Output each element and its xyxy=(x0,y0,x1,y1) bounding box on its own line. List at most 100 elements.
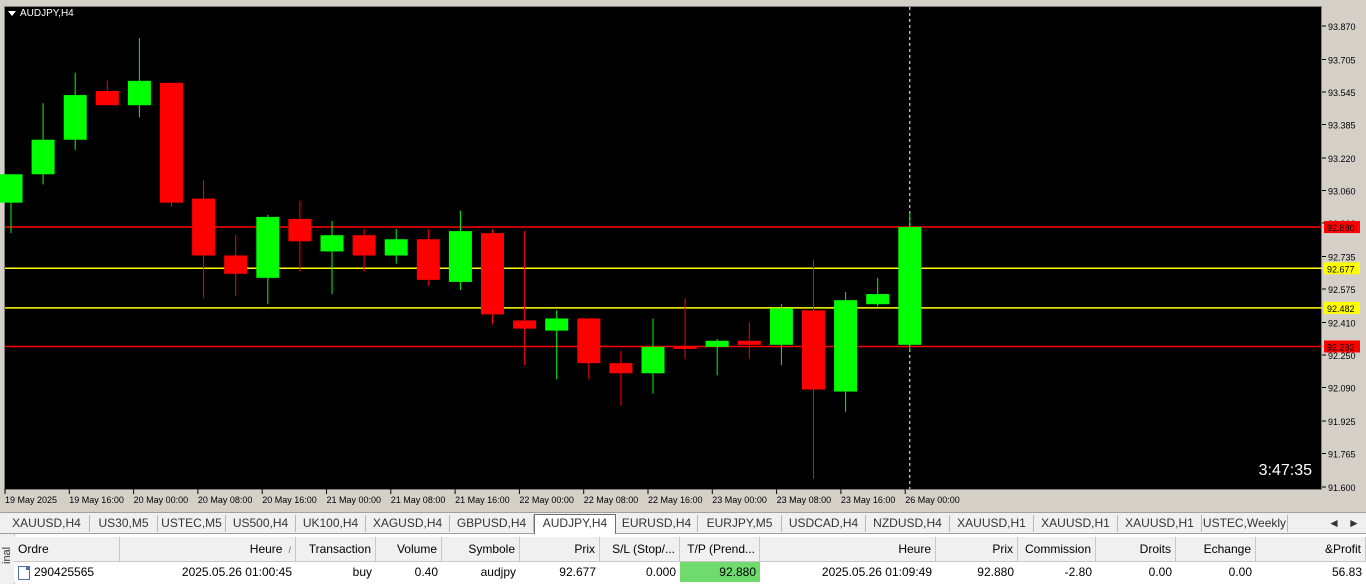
tab-scroll-left-button[interactable]: ◄ xyxy=(1328,515,1340,532)
column-header-11[interactable]: Droits xyxy=(1096,537,1176,561)
price-axis-label: 92.410 xyxy=(1328,319,1356,329)
order-document-icon xyxy=(18,565,30,580)
tab-scroll-right-button[interactable]: ► xyxy=(1348,515,1360,532)
price-axis-label: 92.575 xyxy=(1328,285,1356,295)
tab-xauusd-h1[interactable]: XAUUSD,H1 xyxy=(1118,515,1202,532)
time-axis-label: 23 May 00:00 xyxy=(712,495,767,505)
chart-symbol-label[interactable]: AUDJPY,H4 xyxy=(8,8,74,19)
column-header-13[interactable]: &Profit xyxy=(1256,537,1366,561)
table-cell-8: 2025.05.26 01:09:49 xyxy=(821,565,932,579)
bar-countdown: 3:47:35 xyxy=(1258,462,1312,479)
time-axis-label: 26 May 00:00 xyxy=(905,495,960,505)
price-axis-label: 93.705 xyxy=(1328,56,1356,66)
candle-body-15 xyxy=(481,233,504,315)
candle-body-14 xyxy=(448,231,472,282)
level-price-tag-text: 92.880 xyxy=(1327,223,1355,233)
table-cell-10: -2.80 xyxy=(1064,565,1092,579)
table-cell-4: audjpy xyxy=(480,565,516,579)
price-axis-label: 91.765 xyxy=(1328,449,1356,459)
time-axis-label: 21 May 08:00 xyxy=(391,495,446,505)
tab-ustec-weekly[interactable]: USTEC,Weekly xyxy=(1202,515,1288,532)
time-axis-label: 22 May 00:00 xyxy=(519,495,574,505)
price-axis-label: 93.060 xyxy=(1328,186,1356,196)
candle-body-1 xyxy=(31,139,55,175)
tab-us30-m5[interactable]: US30,M5 xyxy=(90,515,158,532)
price-axis-label: 92.250 xyxy=(1328,351,1356,361)
chart-tabs-bar: XAUUSD,H4 US30,M5 USTEC,M5 US500,H4 UK100,H4… xyxy=(0,512,1366,534)
terminal-table-header: Ordre Heure / Transaction Volume Symbole Prix S… xyxy=(14,537,1366,562)
sort-indicator-icon: / xyxy=(288,545,291,555)
candle-body-19 xyxy=(609,363,633,374)
tab-ustec-m5[interactable]: USTEC,M5 xyxy=(158,515,226,532)
candle-body-13 xyxy=(416,239,440,280)
candle-body-7 xyxy=(224,255,248,274)
column-header-1[interactable]: Heure / xyxy=(120,537,296,561)
price-axis-label: 92.090 xyxy=(1328,383,1356,393)
column-header-0[interactable]: Ordre xyxy=(14,537,120,561)
column-header-9[interactable]: Prix xyxy=(936,537,1018,561)
candlestick-chart: 93.87093.70593.54593.38593.22093.06092.9… xyxy=(0,7,1360,505)
candle-body-27 xyxy=(866,294,890,305)
price-axis-label: 93.385 xyxy=(1328,120,1356,130)
candle-body-28 xyxy=(898,227,922,345)
column-header-10[interactable]: Commission xyxy=(1018,537,1096,561)
candle-body-26 xyxy=(834,300,858,392)
column-header-5[interactable]: Prix xyxy=(520,537,600,561)
candle-body-8 xyxy=(256,216,280,278)
column-header-8[interactable]: Heure xyxy=(760,537,936,561)
price-axis-label: 93.870 xyxy=(1328,22,1356,32)
time-axis-label: 22 May 16:00 xyxy=(648,495,703,505)
candle-body-20 xyxy=(641,346,665,374)
column-header-label: Echange xyxy=(1203,542,1251,556)
column-header-3[interactable]: Volume xyxy=(376,537,442,561)
candle-body-24 xyxy=(769,308,793,345)
dropdown-triangle-icon[interactable] xyxy=(8,10,16,16)
time-axis-label: 20 May 16:00 xyxy=(262,495,317,505)
tab-audjpy-h4[interactable]: AUDJPY,H4 xyxy=(534,514,616,534)
candle-body-22 xyxy=(705,340,729,347)
candle-body-4 xyxy=(127,80,151,106)
column-header-label: T/P (Prend... xyxy=(687,542,755,556)
table-cell-5: 92.677 xyxy=(559,565,596,579)
time-axis-label: 19 May 16:00 xyxy=(69,495,124,505)
candle-body-3 xyxy=(95,90,119,106)
table-cell-2: buy xyxy=(352,565,372,579)
price-axis-label: 91.925 xyxy=(1328,417,1356,427)
candle-body-6 xyxy=(192,198,216,256)
time-axis-label: 19 May 2025 xyxy=(5,495,57,505)
table-row[interactable]: 290425565 2025.05.26 01:00:45 buy 0.40 audjp… xyxy=(14,562,1366,582)
level-price-tag-text: 92.292 xyxy=(1327,342,1355,352)
tab-gbpusd-h4[interactable]: GBPUSD,H4 xyxy=(450,515,534,532)
candle-body-25 xyxy=(802,310,825,390)
tab-xauusd-h1[interactable]: XAUUSD,H1 xyxy=(950,515,1034,532)
price-axis-label: 91.600 xyxy=(1328,483,1356,493)
column-header-label: S/L (Stop/... xyxy=(612,542,675,556)
tab-xauusd-h4[interactable]: XAUUSD,H4 xyxy=(4,515,90,532)
tab-xauusd-h1[interactable]: XAUUSD,H1 xyxy=(1034,515,1118,532)
column-header-6[interactable]: S/L (Stop/... xyxy=(600,537,680,561)
tab-nzdusd-h4[interactable]: NZDUSD,H4 xyxy=(866,515,950,532)
column-header-4[interactable]: Symbole xyxy=(442,537,520,561)
tab-eurjpy-m5[interactable]: EURJPY,M5 xyxy=(698,515,782,532)
table-cell-11: 0.00 xyxy=(1148,565,1172,579)
table-cell-13: 56.83 xyxy=(1331,565,1362,579)
column-header-12[interactable]: Echange xyxy=(1176,537,1256,561)
tab-usdcad-h4[interactable]: USDCAD,H4 xyxy=(782,515,866,532)
column-header-label: Transaction xyxy=(308,542,371,556)
tab-eurusd-h4[interactable]: EURUSD,H4 xyxy=(616,515,698,532)
column-header-2[interactable]: Transaction xyxy=(296,537,376,561)
column-header-7[interactable]: T/P (Prend... xyxy=(680,537,760,561)
candle-body-0 xyxy=(0,174,23,203)
candle-body-21 xyxy=(673,346,697,349)
candle-body-9 xyxy=(288,218,312,242)
tab-us500-h4[interactable]: US500,H4 xyxy=(226,515,296,532)
terminal-side-label: inal xyxy=(0,534,15,584)
column-header-label: Volume xyxy=(396,542,437,556)
tab-uk100-h4[interactable]: UK100,H4 xyxy=(296,515,366,532)
candle-body-16 xyxy=(513,320,537,329)
table-cell-1: 2025.05.26 01:00:45 xyxy=(181,565,292,579)
column-header-label: Ordre xyxy=(18,542,49,556)
tab-xagusd-h4[interactable]: XAGUSD,H4 xyxy=(366,515,450,532)
time-axis-label: 20 May 00:00 xyxy=(134,495,189,505)
column-header-label: Droits xyxy=(1139,542,1171,556)
